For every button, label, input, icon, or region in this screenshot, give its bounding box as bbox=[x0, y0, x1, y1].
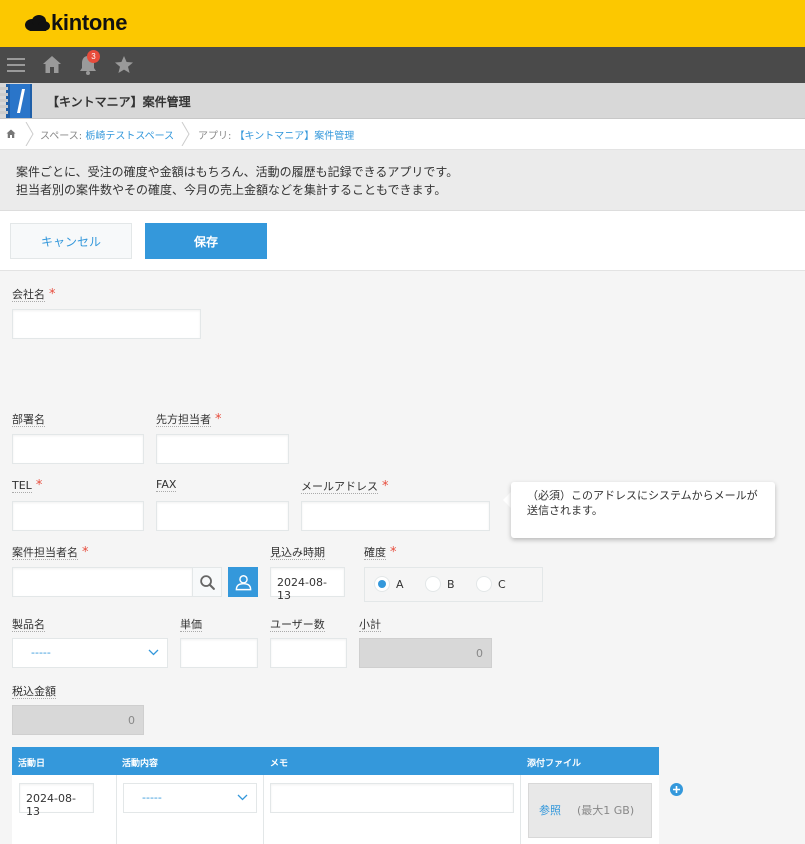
home-icon[interactable] bbox=[40, 53, 64, 77]
owner-select-user-button[interactable] bbox=[228, 567, 258, 597]
column-header-content: 活動内容 bbox=[122, 759, 159, 769]
column-divider bbox=[520, 775, 521, 844]
certainty-label: 確度 * bbox=[364, 545, 397, 560]
activity-date-input[interactable]: 2024-08-13 bbox=[19, 783, 94, 818]
app-title-bar: 【キントマニア】案件管理 bbox=[0, 83, 805, 119]
fax-input[interactable] bbox=[156, 501, 289, 531]
add-row-button[interactable] bbox=[670, 783, 683, 796]
tel-input[interactable] bbox=[12, 501, 144, 531]
total-value: 0 bbox=[12, 705, 144, 735]
radio-icon bbox=[476, 576, 492, 592]
column-divider bbox=[263, 775, 264, 844]
action-bar: キャンセル 保存 bbox=[0, 211, 805, 271]
tel-label: TEL * bbox=[12, 478, 43, 493]
plus-icon bbox=[673, 786, 680, 793]
user-icon bbox=[235, 575, 252, 591]
activity-table-header: 活動日 活動内容 メモ 添付ファイル bbox=[12, 747, 659, 775]
breadcrumb-separator-icon bbox=[25, 122, 34, 146]
email-label: メールアドレス * bbox=[301, 479, 389, 494]
chevron-down-icon bbox=[237, 794, 248, 801]
header-bar: kintone bbox=[0, 0, 805, 47]
email-tooltip: （必須）このアドレスにシステムからメールが送信されます。 bbox=[511, 482, 775, 538]
logo-text: kintone bbox=[51, 10, 128, 35]
app-description: 案件ごとに、受注の確度や金額はもちろん、活動の履歴も記録できるアプリです。 担当… bbox=[0, 150, 805, 211]
unit-price-input[interactable] bbox=[180, 638, 258, 668]
total-label: 税込金額 bbox=[12, 685, 56, 699]
users-input[interactable] bbox=[270, 638, 347, 668]
company-input[interactable] bbox=[12, 309, 201, 339]
certainty-radio-group: A B C bbox=[364, 567, 543, 602]
company-label: 会社名 * bbox=[12, 287, 56, 302]
chevron-down-icon bbox=[148, 649, 159, 656]
breadcrumb-app-link[interactable]: 【キントマニア】案件管理 bbox=[235, 131, 355, 142]
breadcrumb-space[interactable]: スペース: 栃崎テストスペース bbox=[40, 127, 174, 142]
breadcrumb-space-link[interactable]: 栃崎テストスペース bbox=[85, 131, 174, 142]
star-icon[interactable] bbox=[112, 53, 136, 77]
contact-label: 先方担当者 * bbox=[156, 412, 222, 427]
column-header-memo: メモ bbox=[270, 759, 289, 769]
subtotal-value: 0 bbox=[359, 638, 492, 668]
description-line-2: 担当者別の案件数やその確度、今月の売上金額などを集計することもできます。 bbox=[16, 183, 447, 197]
memo-input[interactable] bbox=[270, 783, 514, 813]
cloud-logo-icon bbox=[25, 15, 50, 31]
activity-content-select[interactable]: ----- bbox=[123, 783, 257, 813]
expected-date-input[interactable]: 2024-08-13 bbox=[270, 567, 345, 602]
fax-label: FAX bbox=[156, 478, 177, 492]
app-title[interactable]: 【キントマニア】案件管理 bbox=[47, 93, 191, 110]
breadcrumb-separator-icon bbox=[181, 122, 190, 146]
breadcrumb-app[interactable]: アプリ: 【キントマニア】案件管理 bbox=[198, 127, 354, 142]
department-input[interactable] bbox=[12, 434, 144, 464]
contact-input[interactable] bbox=[156, 434, 289, 464]
owner-search-button[interactable] bbox=[192, 567, 222, 597]
global-nav bbox=[0, 47, 805, 83]
browse-link[interactable]: 参照 bbox=[539, 804, 561, 817]
kintone-logo[interactable]: kintone bbox=[24, 10, 127, 36]
breadcrumb-home-icon[interactable] bbox=[5, 128, 17, 140]
certainty-option-c[interactable]: C bbox=[476, 576, 506, 592]
certainty-option-a[interactable]: A bbox=[374, 576, 404, 592]
app-notebook-icon[interactable] bbox=[0, 83, 34, 119]
department-label: 部署名 bbox=[12, 413, 45, 427]
email-input[interactable] bbox=[301, 501, 490, 531]
cancel-button[interactable]: キャンセル bbox=[10, 223, 132, 259]
radio-selected-icon bbox=[374, 576, 390, 592]
column-header-date: 活動日 bbox=[18, 759, 46, 769]
owner-label: 案件担当者名 * bbox=[12, 545, 89, 560]
owner-input[interactable] bbox=[12, 567, 193, 597]
tooltip-arrow bbox=[503, 492, 511, 508]
product-select[interactable]: ----- bbox=[12, 638, 168, 668]
certainty-option-b[interactable]: B bbox=[425, 576, 455, 592]
column-header-attachment: 添付ファイル bbox=[527, 759, 582, 769]
breadcrumb: スペース: 栃崎テストスペース アプリ: 【キントマニア】案件管理 bbox=[0, 119, 805, 150]
expected-label: 見込み時期 bbox=[270, 546, 325, 560]
radio-icon bbox=[425, 576, 441, 592]
subtotal-label: 小計 bbox=[359, 618, 381, 632]
menu-icon[interactable] bbox=[4, 53, 28, 77]
column-divider bbox=[116, 775, 117, 844]
unit-price-label: 単価 bbox=[180, 618, 202, 632]
product-label: 製品名 bbox=[12, 618, 45, 632]
notification-badge: 3 bbox=[87, 50, 100, 63]
description-line-1: 案件ごとに、受注の確度や金額はもちろん、活動の履歴も記録できるアプリです。 bbox=[16, 165, 459, 179]
users-label: ユーザー数 bbox=[270, 618, 325, 632]
save-button[interactable]: 保存 bbox=[145, 223, 267, 259]
attachment-browse-box[interactable]: 参照 (最大1 GB) bbox=[528, 783, 652, 838]
max-file-size: (最大1 GB) bbox=[577, 804, 635, 817]
search-icon bbox=[200, 575, 215, 590]
